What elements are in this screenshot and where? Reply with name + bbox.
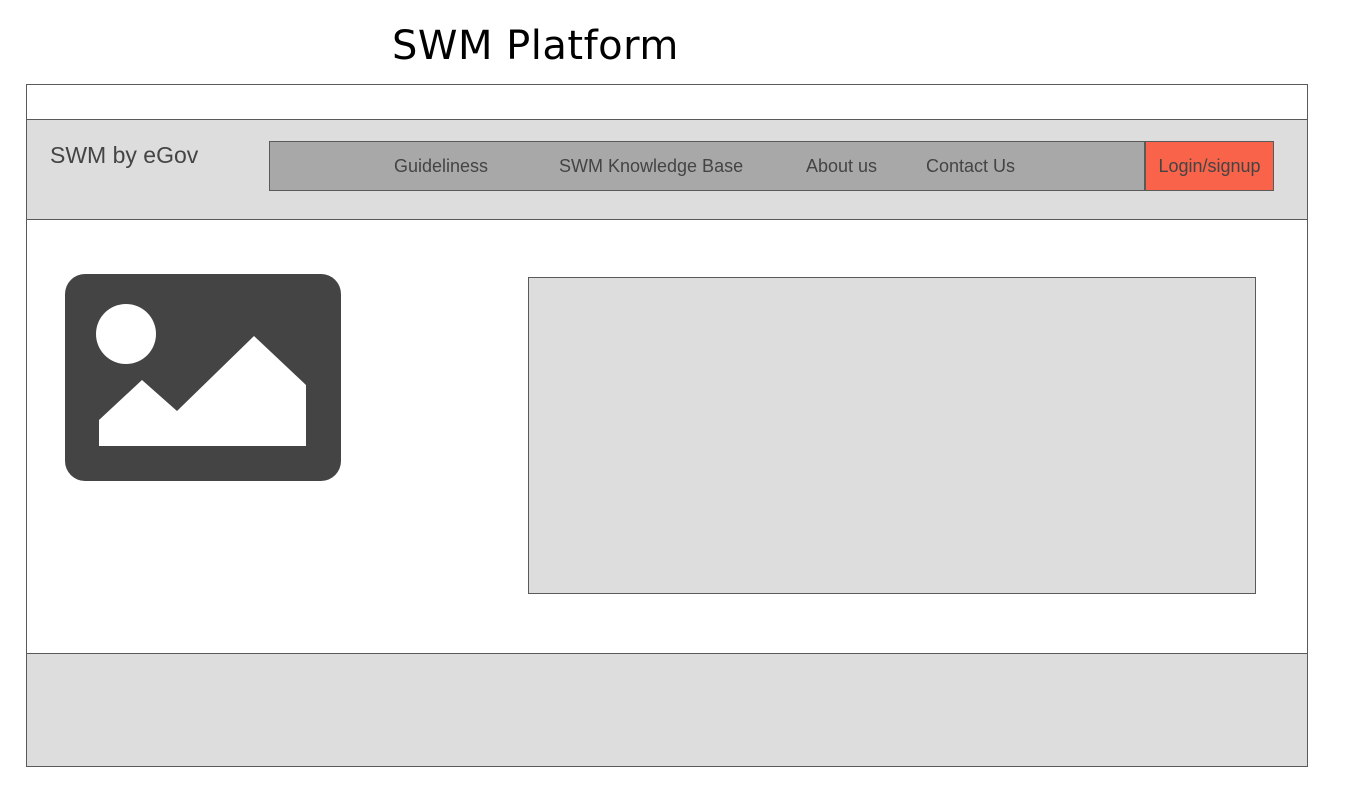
nav-item-about-us[interactable]: About us xyxy=(806,142,877,190)
site-header: SWM by eGov Guideliness SWM Knowledge Ba… xyxy=(27,119,1307,220)
main-navigation: Guideliness SWM Knowledge Base About us … xyxy=(269,141,1145,191)
login-signup-button[interactable]: Login/signup xyxy=(1145,141,1274,191)
wireframe-container: SWM by eGov Guideliness SWM Knowledge Ba… xyxy=(26,84,1308,767)
nav-item-knowledge-base[interactable]: SWM Knowledge Base xyxy=(559,142,743,190)
image-icon xyxy=(65,274,341,481)
nav-item-guideliness[interactable]: Guideliness xyxy=(394,142,488,190)
brand-logo-text[interactable]: SWM by eGov xyxy=(50,141,198,169)
site-footer xyxy=(27,653,1307,766)
content-placeholder-panel xyxy=(528,277,1256,594)
nav-item-contact-us[interactable]: Contact Us xyxy=(926,142,1015,190)
page-title: SWM Platform xyxy=(392,23,679,69)
